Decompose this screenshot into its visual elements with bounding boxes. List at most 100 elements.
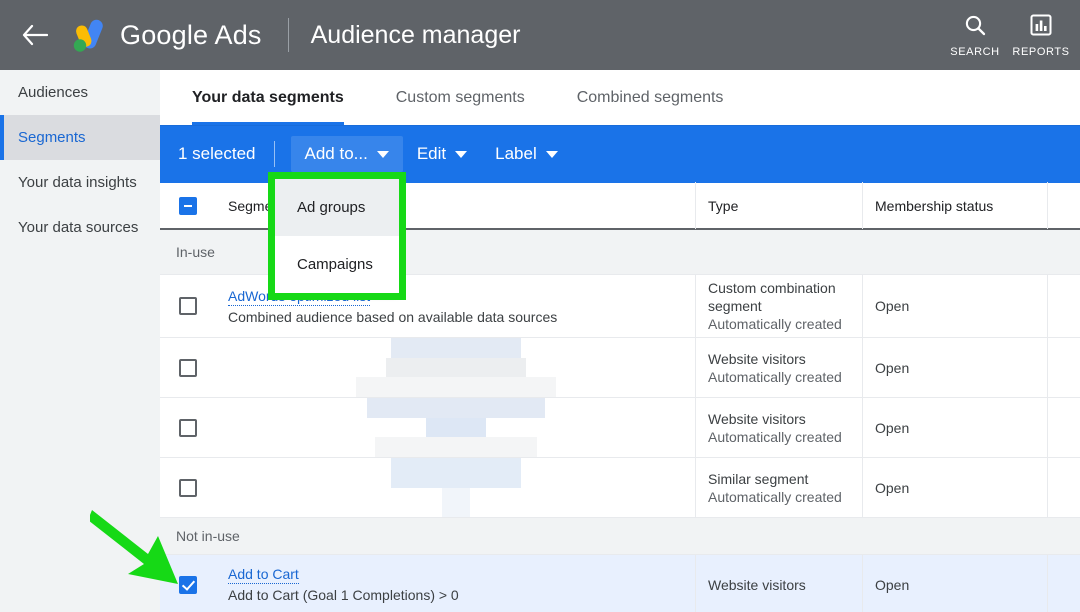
sidebar-navigation: Audiences Segments Your data insights Yo… [0,70,160,612]
segment-description: Add to Cart (Goal 1 Completions) > 0 [228,587,459,603]
column-header-label: Type [708,197,739,214]
add-to-button-label: Add to... [304,144,368,163]
row-checkbox-add-to-cart[interactable] [179,575,197,594]
group-header-label: In-use [176,244,215,260]
menu-item-label: Campaigns [297,256,373,273]
membership-status-cell: Open [862,555,1047,612]
row-checkbox[interactable] [179,297,197,315]
membership-status-cell: Open [862,275,1047,337]
add-to-dropdown-menu: Ad groups Campaigns [275,179,399,293]
sidebar-item-audiences[interactable]: Audiences [0,70,160,115]
column-header-extra [1047,182,1080,229]
table-row[interactable]: Add to Cart Add to Cart (Goal 1 Completi… [160,555,1080,612]
reports-button-label: REPORTS [1012,45,1070,58]
brand-google: Google [120,19,209,50]
segment-type: Website visitors [708,576,806,593]
row-extra-cell [1047,398,1080,457]
selection-toolbar: 1 selected Add to... Edit Label [160,125,1080,183]
menu-item-campaigns[interactable]: Campaigns [275,236,399,293]
menu-item-ad-groups[interactable]: Ad groups [275,179,399,236]
sidebar-item-label: Audiences [18,84,89,101]
segment-tabs: Your data segments Custom segments Combi… [160,70,1080,125]
toolbar-divider [273,141,275,167]
tab-label: Combined segments [576,88,724,106]
segment-type: Website visitors [708,410,806,427]
selected-count: 1 selected [178,144,256,163]
sidebar-item-your-data-sources[interactable]: Your data sources [0,205,160,250]
reports-icon [1029,13,1053,42]
segment-description: Combined audience based on available dat… [228,308,558,325]
back-arrow-icon[interactable] [0,0,70,70]
segment-name-cell: Add to Cart Add to Cart (Goal 1 Completi… [216,555,695,612]
row-extra-cell [1047,275,1080,337]
segment-type: Similar segment [708,470,809,487]
sidebar-item-label: Your data sources [18,219,139,236]
sidebar-item-your-data-insights[interactable]: Your data insights [0,160,160,205]
edit-button[interactable]: Edit [403,136,481,172]
redaction-block [355,377,556,398]
row-checkbox[interactable] [179,418,197,437]
membership-status-cell: Open [862,338,1047,397]
brand-name: Google Ads [120,20,262,51]
row-checkbox[interactable] [179,478,197,497]
google-ads-logo [66,13,110,57]
chevron-down-icon [455,150,468,158]
segment-link[interactable]: Add to Cart [228,566,299,584]
tab-custom-segments[interactable]: Custom segments [396,70,525,125]
column-header-type[interactable]: Type [695,182,862,229]
segment-name-cell-redacted [216,398,695,458]
search-button-label: SEARCH [950,45,1000,58]
table-row[interactable]: Website visitors Automatically created O… [160,338,1080,398]
page-title: Audience manager [310,20,521,49]
membership-status-cell: Open [862,458,1047,517]
segment-type-note: Automatically created [708,488,842,505]
label-button[interactable]: Label [481,136,572,172]
edit-button-label: Edit [416,144,447,163]
row-checkbox-cell [160,458,216,517]
label-button-label: Label [495,144,537,163]
chevron-down-icon [376,150,389,158]
segment-type-cell: Similar segment Automatically created [695,458,862,517]
sidebar-item-label: Segments [18,129,86,146]
row-extra-cell [1047,555,1080,612]
brand-ads: Ads [214,19,262,50]
redaction-block [374,437,537,458]
column-header-membership-status[interactable]: Membership status [862,182,1047,229]
group-header-not-in-use: Not in-use [160,518,1080,555]
segment-type-note: Automatically created [708,368,842,385]
search-button[interactable]: SEARCH [942,0,1008,70]
redaction-block [390,338,521,358]
search-icon [963,13,987,42]
segment-type: Website visitors [708,350,806,367]
row-extra-cell [1047,458,1080,517]
audience-manager-page: Google Ads Audience manager SEARCH REPOR… [0,0,1080,612]
sidebar-item-label: Your data insights [18,174,137,191]
redaction-block [390,458,521,488]
menu-item-label: Ad groups [297,199,366,216]
row-checkbox-cell [160,398,216,457]
reports-button[interactable]: REPORTS [1008,0,1074,70]
select-all-checkbox[interactable] [179,196,197,215]
segment-type-cell: Website visitors Automatically created [695,398,862,457]
add-to-button[interactable]: Add to... [290,136,403,172]
row-checkbox[interactable] [179,358,197,377]
top-app-bar: Google Ads Audience manager SEARCH REPOR… [0,0,1080,70]
group-header-label: Not in-use [176,528,240,544]
row-extra-cell [1047,338,1080,397]
membership-status-cell: Open [862,398,1047,457]
redaction-block [366,398,545,418]
tab-your-data-segments[interactable]: Your data segments [192,70,344,125]
segment-name-cell-redacted [216,338,695,398]
column-header-label: Membership status [875,197,994,214]
redaction-block [425,417,486,438]
segment-type-cell: Custom combination segment Automatically… [695,275,862,337]
segment-type-cell: Website visitors Automatically created [695,338,862,397]
select-all-checkbox-cell [160,182,216,229]
table-row[interactable]: Similar segment Automatically created Op… [160,458,1080,518]
sidebar-item-segments[interactable]: Segments [0,115,160,160]
tab-combined-segments[interactable]: Combined segments [577,70,724,125]
tab-label: Custom segments [395,88,525,106]
table-row[interactable]: Website visitors Automatically created O… [160,398,1080,458]
header-divider [287,18,289,52]
segment-type-note: Automatically created [708,316,842,332]
